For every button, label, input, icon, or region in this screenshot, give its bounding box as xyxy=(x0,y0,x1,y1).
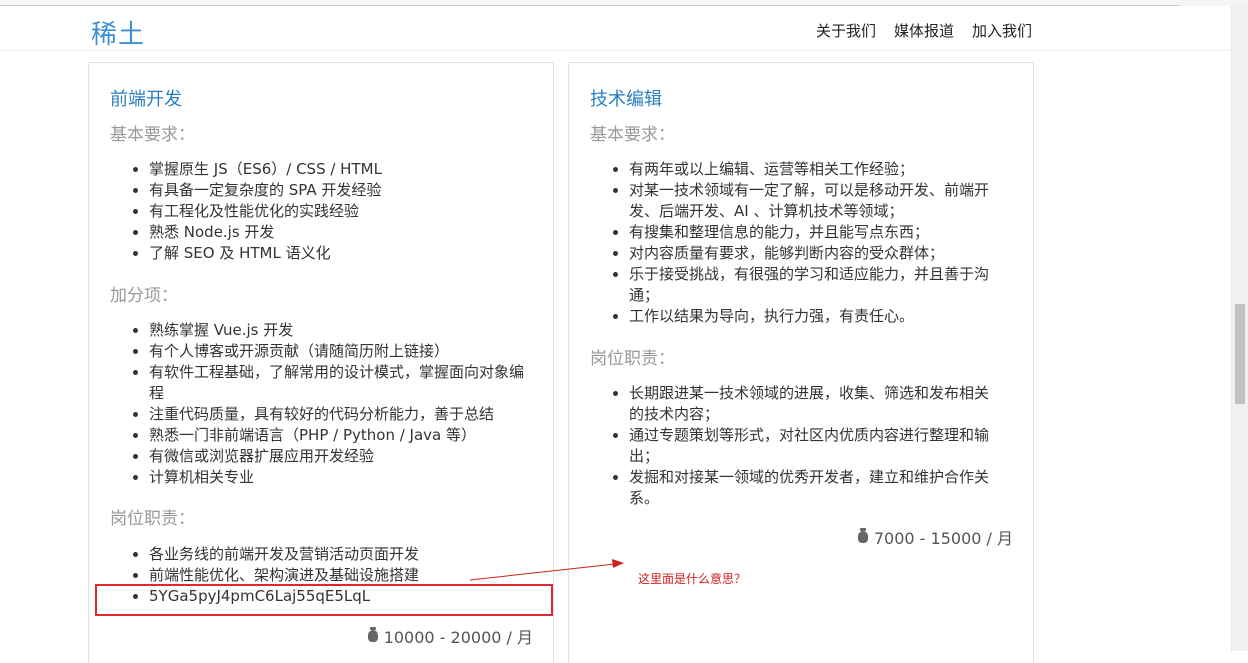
section-heading: 岗位职责： xyxy=(590,349,675,369)
top-nav: 关于我们 媒体报道 加入我们 xyxy=(816,20,1032,41)
list-item: 发掘和对接某一领域的优秀开发者，建立和维护合作关系。 xyxy=(629,467,999,509)
section-heading: 岗位职责： xyxy=(110,509,195,529)
nav-about[interactable]: 关于我们 xyxy=(816,20,876,41)
list-item: 熟练掌握 Vue.js 开发 xyxy=(149,320,529,341)
list-item: 有两年或以上编辑、运营等相关工作经验； xyxy=(629,159,999,180)
nav-join[interactable]: 加入我们 xyxy=(972,20,1032,41)
list-item: 了解 SEO 及 HTML 语义化 xyxy=(149,243,382,264)
list-item: 计算机相关专业 xyxy=(149,467,529,488)
list-item: 熟悉一门非前端语言（PHP / Python / Java 等） xyxy=(149,425,529,446)
list-item: 乐于接受挑战，有很强的学习和适应能力，并且善于沟通； xyxy=(629,264,999,306)
money-bag-icon xyxy=(367,627,378,642)
salary: 10000 - 20000 / 月 xyxy=(367,624,533,648)
list-item: 注重代码质量，具有较好的代码分析能力，善于总结 xyxy=(149,404,529,425)
salary-text: 10000 - 20000 / 月 xyxy=(383,628,533,647)
site-header: 稀土 关于我们 媒体报道 加入我们 xyxy=(0,6,1232,51)
list-item: 前端性能优化、架构演进及基础设施搭建 xyxy=(149,565,419,586)
nav-media[interactable]: 媒体报道 xyxy=(894,20,954,41)
site-logo[interactable]: 稀土 xyxy=(91,14,145,51)
scrollbar-thumb[interactable] xyxy=(1235,304,1245,404)
section-heading: 基本要求： xyxy=(590,125,675,145)
section-heading: 加分项： xyxy=(110,286,178,306)
list-item: 长期跟进某一技术领域的进展，收集、筛选和发布相关的技术内容； xyxy=(629,383,999,425)
salary-text: 7000 - 15000 / 月 xyxy=(873,529,1013,548)
requirements-list: 掌握原生 JS（ES6）/ CSS / HTML 有具备一定复杂度的 SPA 开… xyxy=(129,159,382,264)
bonus-list: 熟练掌握 Vue.js 开发 有个人博客或开源贡献（请随简历附上链接） 有软件工… xyxy=(129,320,529,488)
vertical-scrollbar[interactable] xyxy=(1231,6,1248,651)
list-item: 有具备一定复杂度的 SPA 开发经验 xyxy=(149,180,382,201)
job-card-frontend: 前端开发 基本要求： 掌握原生 JS（ES6）/ CSS / HTML 有具备一… xyxy=(88,62,554,663)
list-item: 对某一技术领域有一定了解，可以是移动开发、前端开发、后端开发、AI 、计算机技术… xyxy=(629,180,999,222)
list-item: 熟悉 Node.js 开发 xyxy=(149,222,382,243)
list-item: 有搜集和整理信息的能力，并且能写点东西； xyxy=(629,222,999,243)
annotation-note: 这里面是什么意思？ xyxy=(638,572,747,586)
list-item: 有个人博客或开源贡献（请随简历附上链接） xyxy=(149,341,529,362)
highlight-box xyxy=(95,584,553,616)
list-item: 各业务线的前端开发及营销活动页面开发 xyxy=(149,544,419,565)
duties-list: 长期跟进某一技术领域的进展，收集、筛选和发布相关的技术内容； 通过专题策划等形式… xyxy=(609,383,999,509)
list-item: 工作以结果为导向，执行力强，有责任心。 xyxy=(629,306,999,327)
requirements-list: 有两年或以上编辑、运营等相关工作经验； 对某一技术领域有一定了解，可以是移动开发… xyxy=(609,159,999,327)
list-item: 通过专题策划等形式，对社区内优质内容进行整理和输出； xyxy=(629,425,999,467)
job-title: 前端开发 xyxy=(110,89,182,110)
list-item: 有工程化及性能优化的实践经验 xyxy=(149,201,382,222)
list-item: 掌握原生 JS（ES6）/ CSS / HTML xyxy=(149,159,382,180)
salary: 7000 - 15000 / 月 xyxy=(857,525,1013,549)
section-heading: 基本要求： xyxy=(110,125,195,145)
list-item: 有微信或浏览器扩展应用开发经验 xyxy=(149,446,529,467)
list-item: 有软件工程基础，了解常用的设计模式，掌握面向对象编程 xyxy=(149,362,529,404)
list-item: 对内容质量有要求，能够判断内容的受众群体； xyxy=(629,243,999,264)
job-title: 技术编辑 xyxy=(590,89,662,110)
money-bag-icon xyxy=(857,528,868,543)
